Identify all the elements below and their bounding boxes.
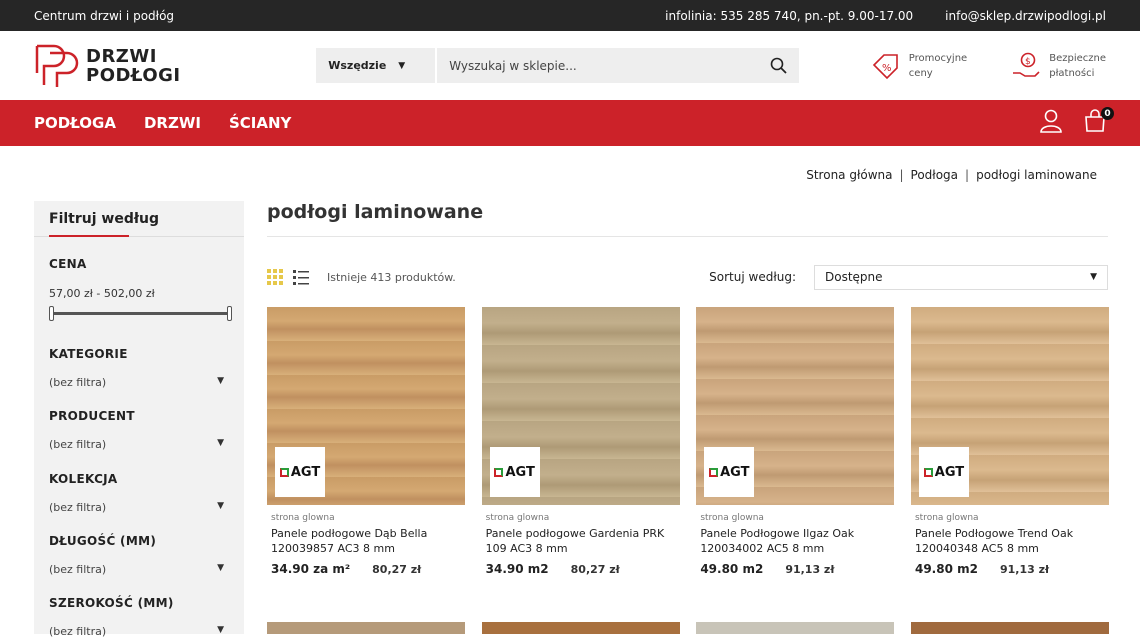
chevron-down-icon: ▼ [217, 563, 224, 573]
search-category-select[interactable]: Wszędzie ▼ [316, 48, 438, 83]
product-name[interactable]: Panele podłogowe Gardenia PRK 109 AC3 8 m… [486, 526, 680, 556]
price-range-text: 57,00 zł - 502,00 zł [49, 287, 155, 300]
filter-label-kategorie: KATEGORIE [49, 347, 128, 361]
feature-secure-payment: $ Bezpieczne płatności [1011, 51, 1106, 81]
brand-badge: AGT [918, 447, 969, 497]
filter-select-producent[interactable]: (bez filtra) ▼ [49, 438, 224, 451]
price-filter-label: CENA [49, 257, 87, 271]
list-view-icon[interactable] [293, 269, 309, 285]
user-icon [1040, 109, 1062, 133]
price-slider-min-handle[interactable] [49, 306, 54, 321]
product-image[interactable]: AGT [481, 307, 680, 505]
search-input[interactable] [449, 58, 770, 73]
filter-title: Filtruj według [34, 201, 244, 237]
product-image[interactable]: AGT [267, 307, 465, 505]
brand-badge: AGT [275, 447, 325, 497]
nav-item-drzwi[interactable]: DRZWI [144, 114, 201, 132]
price-slider[interactable] [49, 306, 232, 321]
product-toolbar: Istnieje 413 produktów. Sortuj według: D… [267, 264, 1108, 290]
product-card[interactable]: AGT strona glowna Panele podłogowe Dąb B… [267, 307, 465, 576]
product-price: 34.90 m2 80,27 zł [485, 562, 620, 576]
product-image[interactable]: AGT [696, 307, 895, 505]
breadcrumb-podloga[interactable]: Podłoga [911, 168, 959, 182]
chevron-down-icon: ▼ [217, 625, 224, 635]
product-price: 49.80 m2 91,13 zł [914, 562, 1050, 576]
search-field [437, 48, 799, 83]
page-title: podłogi laminowane [267, 201, 484, 223]
product-category[interactable]: strona glowna [271, 513, 465, 523]
product-image[interactable] [481, 622, 680, 634]
account-button[interactable] [1040, 109, 1062, 137]
filter-label-szerokosc: SZEROKOŚĆ (MM) [49, 596, 174, 610]
svg-text:%: % [882, 63, 892, 74]
main-nav: PODŁOGA DRZWI ŚCIANY 0 [0, 100, 1140, 146]
filter-select-kategorie[interactable]: (bez filtra) ▼ [49, 376, 224, 389]
chevron-down-icon: ▼ [1090, 272, 1097, 282]
phone-info: infolinia: 535 285 740, pn.-pt. 9.00-17.… [665, 8, 914, 23]
product-price: 34.90 za m² 80,27 zł [271, 562, 422, 576]
sort-select[interactable]: Dostępne ▼ [814, 264, 1108, 290]
filter-select-kolekcja[interactable]: (bez filtra) ▼ [49, 501, 224, 514]
filter-label-producent: PRODUCENT [49, 409, 135, 423]
chevron-down-icon: ▼ [217, 501, 224, 511]
brand-badge: AGT [704, 447, 755, 497]
svg-text:$: $ [1025, 57, 1031, 67]
feature-promo: % Promocyjne ceny [871, 51, 967, 81]
product-card[interactable]: AGT strona glowna Panele Podłogowe Trend… [910, 307, 1109, 576]
promo-tag-icon: % [872, 53, 898, 79]
logo[interactable]: DRZWI PODŁOGI [34, 43, 316, 89]
search-icon[interactable] [770, 57, 787, 74]
chevron-down-icon: ▼ [217, 438, 224, 448]
breadcrumb: Strona główna | Podłoga | podłogi laminowane [806, 168, 1097, 182]
product-image[interactable] [267, 622, 465, 634]
product-count: Istnieje 413 produktów. [327, 270, 456, 284]
product-name[interactable]: Panele podłogowe Dąb Bella 120039857 AC3 … [271, 526, 465, 556]
nav-item-podloga[interactable]: PODŁOGA [34, 114, 116, 132]
logo-text: DRZWI PODŁOGI [86, 45, 181, 86]
breadcrumb-current: podłogi laminowane [976, 168, 1097, 182]
logo-mark-icon [35, 44, 79, 87]
filter-sidebar: Filtruj według CENA 57,00 zł - 502,00 zł… [34, 201, 244, 638]
filter-label-kolekcja: KOLEKCJA [49, 472, 118, 486]
product-card[interactable]: AGT strona glowna Panele Podłogowe Ilgaz… [696, 307, 895, 576]
product-image[interactable] [910, 622, 1109, 634]
top-info-bar: Centrum drzwi i podłóg infolinia: 535 28… [0, 0, 1140, 31]
nav-item-sciany[interactable]: ŚCIANY [229, 114, 291, 132]
title-divider [267, 236, 1108, 237]
search-bar: Wszędzie ▼ [316, 48, 799, 83]
email-link[interactable]: info@sklep.drzwipodlogi.pl [945, 9, 1106, 23]
product-category[interactable]: strona glowna [486, 513, 680, 523]
secure-payment-icon: $ [1013, 52, 1040, 77]
product-name[interactable]: Panele Podłogowe Trend Oak 120040348 AC5 … [915, 526, 1109, 556]
product-category[interactable]: strona glowna [700, 513, 894, 523]
product-category[interactable]: strona glowna [915, 513, 1109, 523]
chevron-down-icon: ▼ [217, 376, 224, 386]
product-image[interactable] [696, 622, 895, 634]
breadcrumb-home[interactable]: Strona główna [806, 168, 892, 182]
store-name: Centrum drzwi i podłóg [34, 8, 175, 23]
product-price: 49.80 m2 91,13 zł [700, 562, 835, 576]
feature-badges: % Promocyjne ceny $ Bezpieczne płatności [871, 51, 1106, 81]
filter-select-szerokosc[interactable]: (bez filtra) ▼ [49, 625, 224, 638]
product-grid-row-2 [267, 622, 1109, 634]
product-name[interactable]: Panele Podłogowe Ilgaz Oak 120034002 AC5 … [700, 526, 894, 556]
filter-label-dlugosc: DŁUGOŚĆ (MM) [49, 534, 157, 548]
cart-count-badge: 0 [1101, 107, 1114, 120]
header: DRZWI PODŁOGI Wszędzie▼ % Promocyjneceny [0, 31, 1140, 100]
filter-select-dlugosc[interactable]: (bez filtra) ▼ [49, 563, 224, 576]
product-image[interactable]: AGT [910, 307, 1109, 505]
product-grid: AGT strona glowna Panele podłogowe Dąb B… [267, 307, 1109, 576]
cart-button[interactable]: 0 [1084, 107, 1114, 137]
brand-badge: AGT [489, 447, 540, 497]
chevron-down-icon: ▼ [398, 60, 406, 71]
sort-label: Sortuj według: [709, 270, 796, 284]
grid-view-icon[interactable] [267, 269, 283, 285]
product-card[interactable]: AGT strona glowna Panele podłogowe Garde… [481, 307, 680, 576]
price-slider-max-handle[interactable] [227, 306, 232, 321]
